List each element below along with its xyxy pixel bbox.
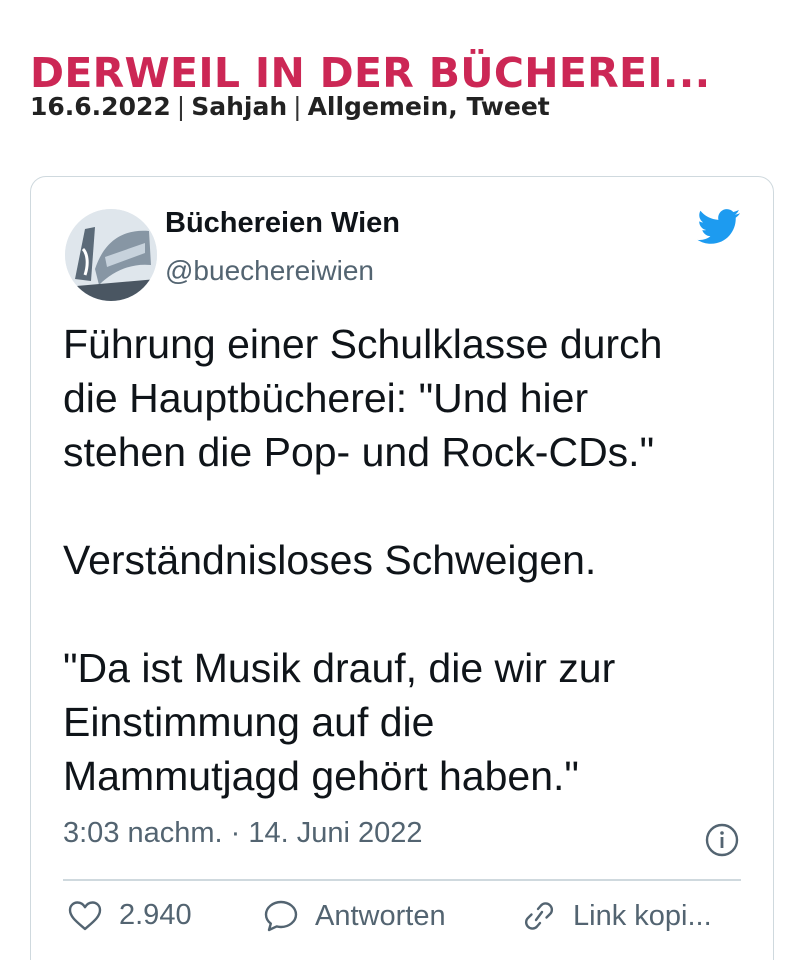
- post-meta: 16.6.2022 | Sahjah | Allgemein, Tweet: [30, 92, 550, 121]
- divider: [63, 879, 741, 881]
- tweet-text-line: die Hauptbücherei: "Und hier: [63, 375, 589, 421]
- avatar-image: [65, 209, 157, 301]
- post-author-link[interactable]: Sahjah: [191, 92, 287, 121]
- reply-label: Antworten: [315, 899, 446, 932]
- reply-button[interactable]: Antworten: [263, 899, 446, 933]
- info-icon[interactable]: [705, 823, 739, 857]
- link-icon: [524, 902, 554, 930]
- post-date: 16.6.2022: [30, 92, 171, 121]
- tweet-text-line: Führung einer Schulklasse durch: [63, 321, 663, 367]
- embedded-tweet[interactable]: Büchereien Wien @buechereiwien Führung e…: [30, 176, 774, 960]
- tweet-author-handle[interactable]: @buechereiwien: [165, 255, 374, 287]
- tweet-text-line: Einstimmung auf die: [63, 699, 435, 745]
- tweet-text: Führung einer Schulklasse durch die Haup…: [63, 317, 753, 803]
- post-categories-link[interactable]: Allgemein, Tweet: [308, 92, 550, 121]
- copy-link-label: Link kopi...: [573, 899, 712, 932]
- tweet-text-line: "Da ist Musik drauf, die wir zur: [63, 645, 616, 691]
- tweet-text-line: Verständnisloses Schweigen.: [63, 537, 597, 583]
- meta-separator: |: [293, 92, 302, 121]
- meta-separator: |: [176, 92, 186, 121]
- speech-bubble-icon: [264, 900, 298, 932]
- tweet-text-line: stehen die Pop- und Rock-CDs.": [63, 429, 655, 475]
- post-title: DERWEIL IN DER BÜCHEREI...: [30, 49, 711, 98]
- copy-link-button[interactable]: Link kopi...: [521, 899, 712, 933]
- like-count: 2.940: [119, 899, 192, 931]
- heart-icon: [68, 900, 102, 930]
- tweet-text-line: Mammutjagd gehört haben.": [63, 753, 579, 799]
- tweet-author-name[interactable]: Büchereien Wien: [165, 207, 400, 240]
- like-button[interactable]: 2.940: [67, 899, 192, 932]
- avatar[interactable]: [65, 209, 157, 301]
- twitter-bird-icon[interactable]: [697, 209, 741, 245]
- tweet-timestamp[interactable]: 3:03 nachm. · 14. Juni 2022: [63, 817, 423, 850]
